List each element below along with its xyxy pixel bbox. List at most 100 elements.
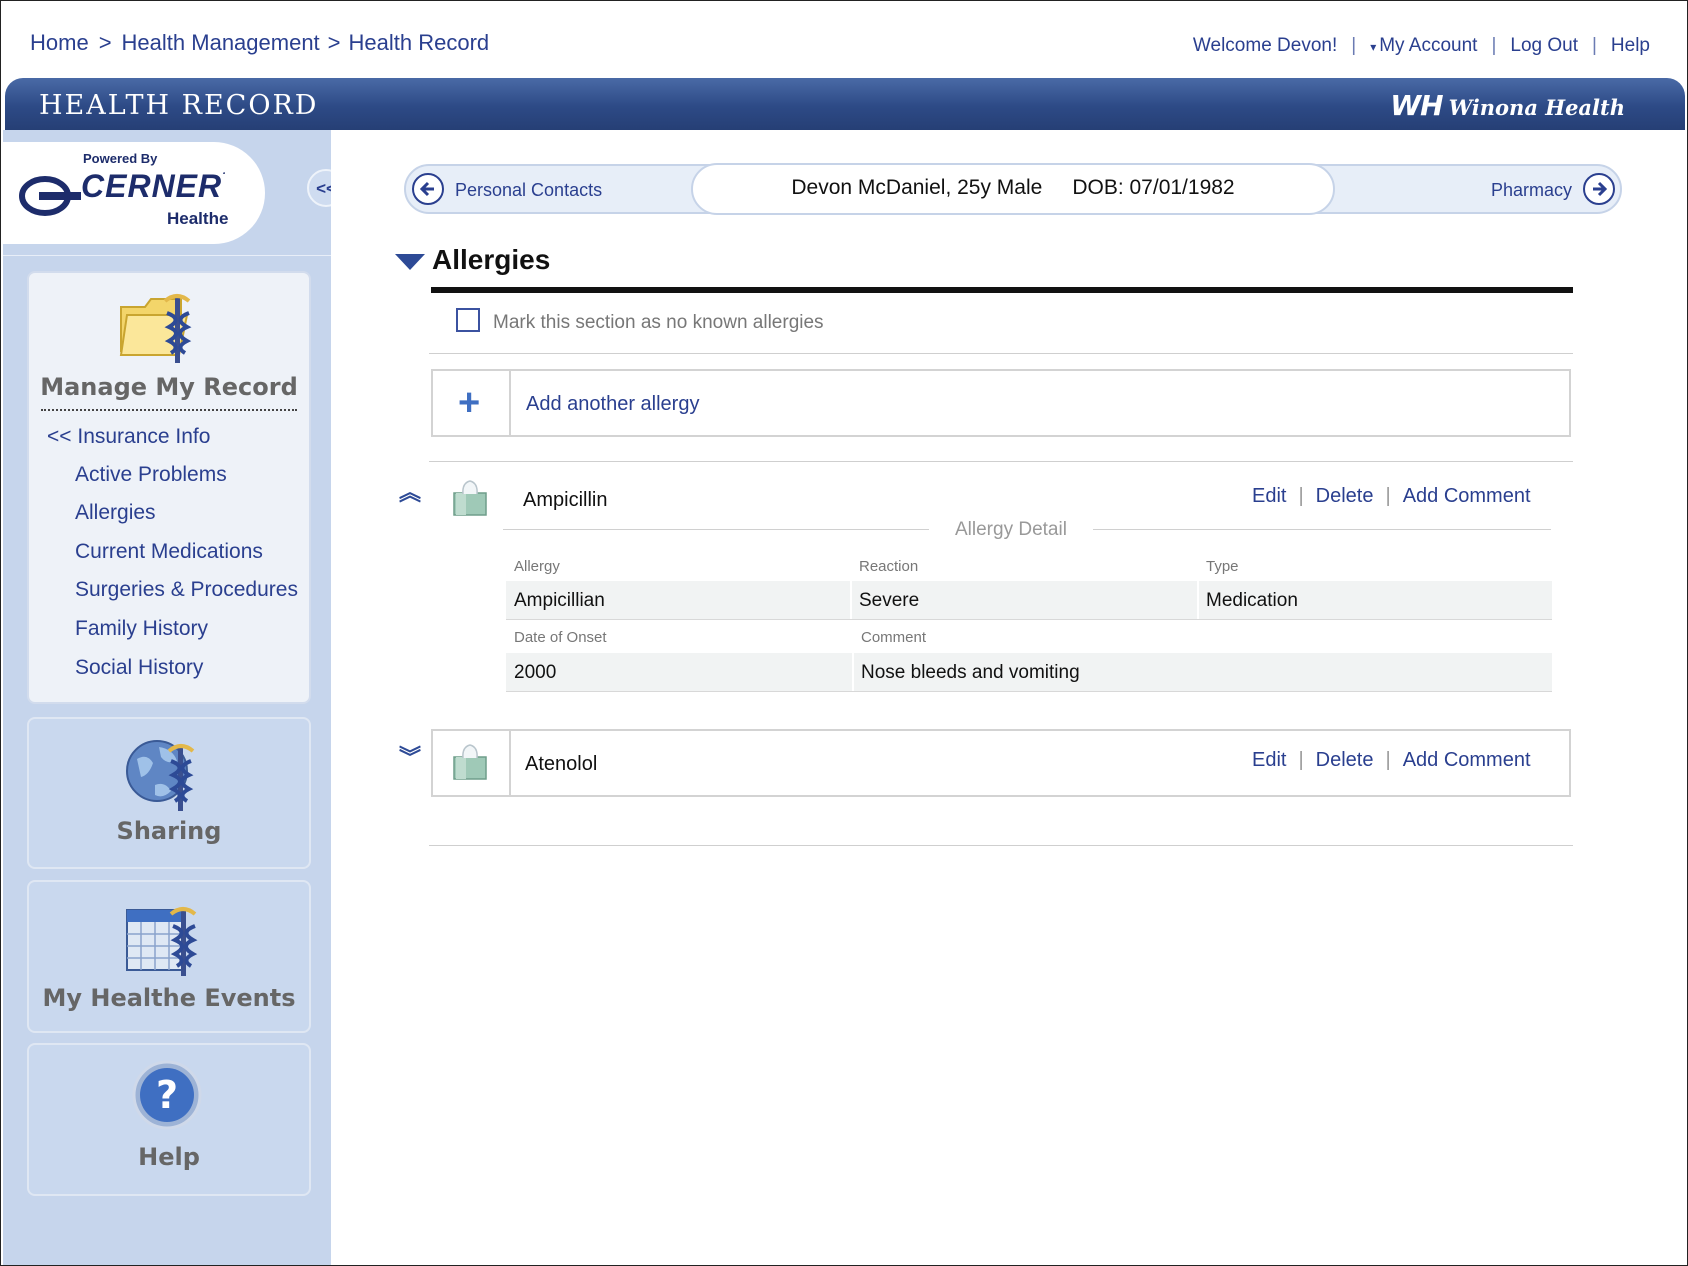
welcome-text: Welcome Devon! bbox=[1192, 35, 1338, 56]
divider bbox=[429, 461, 1573, 462]
detail-row: 2000 Nose bleeds and vomiting bbox=[506, 653, 1552, 692]
question-icon: ? bbox=[132, 1060, 202, 1130]
insurance-info-back-link[interactable]: << Insurance Info bbox=[47, 425, 210, 449]
cerner-logo: Powered By CERNER· Healthe bbox=[3, 142, 265, 244]
sidebar-item-allergies[interactable]: Allergies bbox=[75, 501, 156, 525]
my-account-label: My Account bbox=[1379, 35, 1478, 56]
breadcrumb-home-link[interactable]: Home bbox=[30, 30, 89, 55]
patient-name: Devon McDaniel, 25y Male bbox=[791, 176, 1043, 199]
tissue-box-icon bbox=[453, 480, 487, 516]
pipe-divider: | bbox=[1385, 485, 1391, 507]
sidebar-item-active-problems[interactable]: Active Problems bbox=[75, 463, 227, 487]
next-section-link[interactable]: Pharmacy bbox=[1491, 180, 1572, 201]
add-allergy-link[interactable]: Add another allergy bbox=[526, 393, 699, 416]
pipe-divider: | bbox=[1591, 35, 1597, 56]
powered-by-label: Powered By bbox=[83, 151, 158, 166]
main-content bbox=[331, 134, 1685, 1265]
healthe-events-panel[interactable]: My Healthe Events bbox=[27, 880, 311, 1033]
pipe-divider: | bbox=[1491, 35, 1497, 56]
cell-divider bbox=[1197, 581, 1199, 619]
no-known-allergies-checkbox[interactable] bbox=[456, 308, 480, 332]
add-allergy-row[interactable]: + Add another allergy bbox=[431, 369, 1571, 437]
sharing-panel[interactable]: Sharing bbox=[27, 717, 311, 869]
pipe-divider: | bbox=[1298, 485, 1304, 507]
allergy-actions: Edit | Delete | Add Comment bbox=[1252, 749, 1531, 772]
help-panel[interactable]: ? Help bbox=[27, 1043, 311, 1196]
wh-logo-mark: WH bbox=[1390, 89, 1443, 122]
sidebar-divider bbox=[3, 255, 331, 256]
sidebar-item-social-history[interactable]: Social History bbox=[75, 656, 203, 680]
help-title: Help bbox=[138, 1143, 200, 1171]
expand-item-icon[interactable]: ︾ bbox=[399, 747, 421, 769]
sidebar-item-surgeries-procedures[interactable]: Surgeries & Procedures bbox=[75, 578, 298, 602]
section-title: Allergies bbox=[432, 244, 551, 275]
divider bbox=[429, 353, 1573, 354]
sidebar-item-current-medications[interactable]: Current Medications bbox=[75, 540, 263, 564]
prev-section-button[interactable] bbox=[412, 173, 444, 205]
allergy-icon-cell bbox=[433, 731, 511, 795]
allergy-row: Atenolol Edit | Delete | Add Comment bbox=[431, 729, 1571, 797]
folder-caduceus-icon bbox=[119, 294, 192, 363]
logout-link[interactable]: Log Out bbox=[1510, 35, 1578, 56]
section-rule bbox=[431, 287, 1573, 293]
comment-field-label: Comment bbox=[861, 629, 927, 646]
detail-row: Ampicillian Severe Medication bbox=[506, 581, 1552, 620]
edit-allergy-link[interactable]: Edit bbox=[1252, 749, 1286, 771]
collapse-item-icon[interactable]: ︽ bbox=[399, 482, 421, 504]
allergy-value: Ampicillian bbox=[514, 590, 605, 611]
type-value: Medication bbox=[1206, 590, 1298, 611]
help-link[interactable]: Help bbox=[1611, 35, 1650, 56]
patient-dob: DOB: 07/01/1982 bbox=[1072, 176, 1235, 199]
caret-down-icon: ▾ bbox=[1370, 40, 1377, 54]
healthe-events-title: My Healthe Events bbox=[42, 984, 296, 1012]
registered-mark: · bbox=[222, 168, 227, 180]
next-section-button[interactable] bbox=[1583, 173, 1615, 205]
edit-allergy-link[interactable]: Edit bbox=[1252, 485, 1286, 507]
section-collapse-arrow-icon[interactable] bbox=[395, 254, 425, 270]
reaction-value: Severe bbox=[859, 590, 920, 611]
arrow-left-icon bbox=[419, 181, 434, 197]
patient-banner: Devon McDaniel, 25y Male DOB: 07/01/1982 bbox=[691, 163, 1335, 215]
brand-name: Winona Health bbox=[1448, 95, 1625, 120]
delete-allergy-link[interactable]: Delete bbox=[1316, 749, 1374, 771]
cerner-swoosh-icon bbox=[19, 176, 81, 216]
allergy-actions: Edit | Delete | Add Comment bbox=[1252, 485, 1531, 508]
sidebar-item-family-history[interactable]: Family History bbox=[75, 617, 208, 641]
calendar-caduceus-icon bbox=[126, 907, 198, 976]
cerner-text: CERNER bbox=[81, 168, 223, 204]
breadcrumb-health-record-link[interactable]: Health Record bbox=[349, 30, 490, 55]
manage-record-panel: Manage My Record << Insurance Info Activ… bbox=[27, 271, 311, 704]
add-icon-cell: + bbox=[433, 371, 511, 435]
breadcrumb-separator: > bbox=[98, 30, 112, 55]
allergy-field-label: Allergy bbox=[514, 558, 560, 575]
breadcrumb: Home > Health Management > Health Record bbox=[30, 30, 489, 56]
no-known-allergies-label: Mark this section as no known allergies bbox=[493, 312, 824, 333]
manage-record-title: Manage My Record bbox=[40, 373, 298, 401]
delete-allergy-link[interactable]: Delete bbox=[1316, 485, 1374, 507]
plus-icon: + bbox=[458, 382, 481, 424]
pipe-divider: | bbox=[1351, 35, 1357, 56]
add-comment-link[interactable]: Add Comment bbox=[1403, 485, 1531, 507]
healthe-wordmark: Healthe bbox=[167, 209, 229, 228]
app-frame: Home > Health Management > Health Record Wel… bbox=[0, 0, 1688, 1266]
pipe-divider: | bbox=[1385, 749, 1391, 771]
onset-value: 2000 bbox=[514, 662, 557, 683]
add-comment-link[interactable]: Add Comment bbox=[1403, 749, 1531, 771]
allergy-name: Ampicillin bbox=[523, 489, 608, 511]
cerner-wordmark: CERNER· bbox=[81, 168, 227, 205]
comment-value: Nose bleeds and vomiting bbox=[861, 662, 1080, 683]
divider bbox=[429, 845, 1573, 846]
allergy-name: Atenolol bbox=[525, 753, 598, 775]
cell-divider bbox=[852, 653, 854, 691]
onset-field-label: Date of Onset bbox=[514, 629, 607, 646]
svg-text:?: ? bbox=[156, 1073, 178, 1117]
type-field-label: Type bbox=[1206, 558, 1239, 575]
reaction-field-label: Reaction bbox=[859, 558, 919, 575]
prev-section-link[interactable]: Personal Contacts bbox=[455, 180, 602, 201]
tissue-box-icon bbox=[453, 744, 487, 780]
breadcrumb-separator: > bbox=[327, 30, 341, 55]
breadcrumb-health-management-link[interactable]: Health Management bbox=[122, 30, 320, 55]
my-account-link[interactable]: ▾ My Account bbox=[1370, 35, 1477, 56]
arrow-right-icon bbox=[1593, 181, 1608, 197]
sharing-title: Sharing bbox=[116, 817, 222, 845]
